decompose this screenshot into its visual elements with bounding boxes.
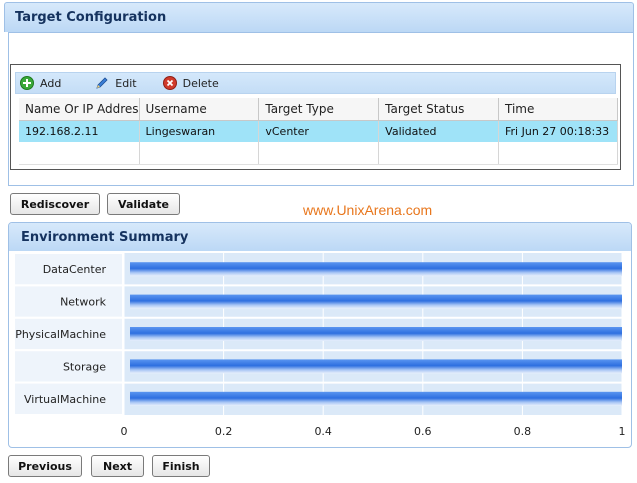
bar-network[interactable]	[130, 294, 622, 309]
finish-button[interactable]: Finish	[152, 455, 210, 477]
watermark-text: www.UnixArena.com	[303, 202, 433, 218]
x-tick-label: 0	[121, 425, 128, 438]
category-label: DataCenter	[43, 263, 107, 276]
bar-storage[interactable]	[130, 359, 622, 374]
cell-time: Fri Jun 27 00:18:33	[498, 120, 618, 142]
environment-summary-chart: DataCenter Network PhysicalMachine Storage V…	[15, 253, 626, 438]
rediscover-button[interactable]: Rediscover	[10, 193, 100, 215]
add-button[interactable]: Add	[20, 76, 61, 90]
category-label: PhysicalMachine	[15, 328, 106, 341]
x-tick-label: 0.8	[514, 425, 532, 438]
bar-datacenter[interactable]	[130, 262, 622, 277]
targets-grid: Add Edit Delete Name Or IP Addres Userna…	[10, 64, 621, 170]
delete-label: Delete	[182, 76, 219, 90]
add-icon	[20, 76, 34, 90]
delete-icon	[162, 76, 177, 90]
edit-button[interactable]: Edit	[95, 76, 137, 90]
pencil-icon	[96, 77, 108, 89]
delete-button[interactable]: Delete	[162, 76, 219, 90]
x-tick-label: 0.6	[414, 425, 432, 438]
environment-summary-panel: Environment Summary DataCenter Network Phy…	[8, 222, 632, 448]
column-header-username[interactable]: Username	[139, 98, 260, 121]
x-tick-label: 0.2	[215, 425, 233, 438]
next-button[interactable]: Next	[91, 455, 144, 477]
column-header-time[interactable]: Time	[498, 98, 618, 121]
edit-label: Edit	[115, 76, 137, 90]
validate-button[interactable]: Validate	[107, 193, 180, 215]
targets-toolbar: Add Edit Delete	[15, 72, 616, 94]
table-row-empty[interactable]	[19, 142, 618, 165]
table-row[interactable]: 192.168.2.11 Lingeswaran vCenter Validat…	[19, 120, 618, 142]
x-tick-label: 1	[619, 425, 626, 438]
category-label: Network	[60, 296, 107, 309]
cell-target-status: Validated	[378, 120, 499, 142]
column-header-target-type[interactable]: Target Type	[258, 98, 380, 121]
cell-target-type: vCenter	[258, 120, 380, 142]
add-label: Add	[40, 76, 62, 90]
column-header-target-status[interactable]: Target Status	[378, 98, 499, 121]
bar-virtualmachine[interactable]	[130, 391, 622, 406]
previous-button[interactable]: Previous	[8, 455, 82, 477]
x-tick-label: 0.4	[314, 425, 332, 438]
target-configuration-title: Target Configuration	[4, 2, 634, 32]
category-label: VirtualMachine	[24, 393, 106, 406]
cell-name: 192.168.2.11	[19, 120, 140, 142]
table-header-row: Name Or IP Addres Username Target Type T…	[19, 98, 618, 121]
column-header-name[interactable]: Name Or IP Addres	[19, 98, 140, 121]
bar-physicalmachine[interactable]	[130, 327, 622, 341]
targets-table: Name Or IP Addres Username Target Type T…	[19, 98, 618, 165]
cell-username: Lingeswaran	[139, 120, 260, 142]
category-label: Storage	[63, 360, 106, 373]
